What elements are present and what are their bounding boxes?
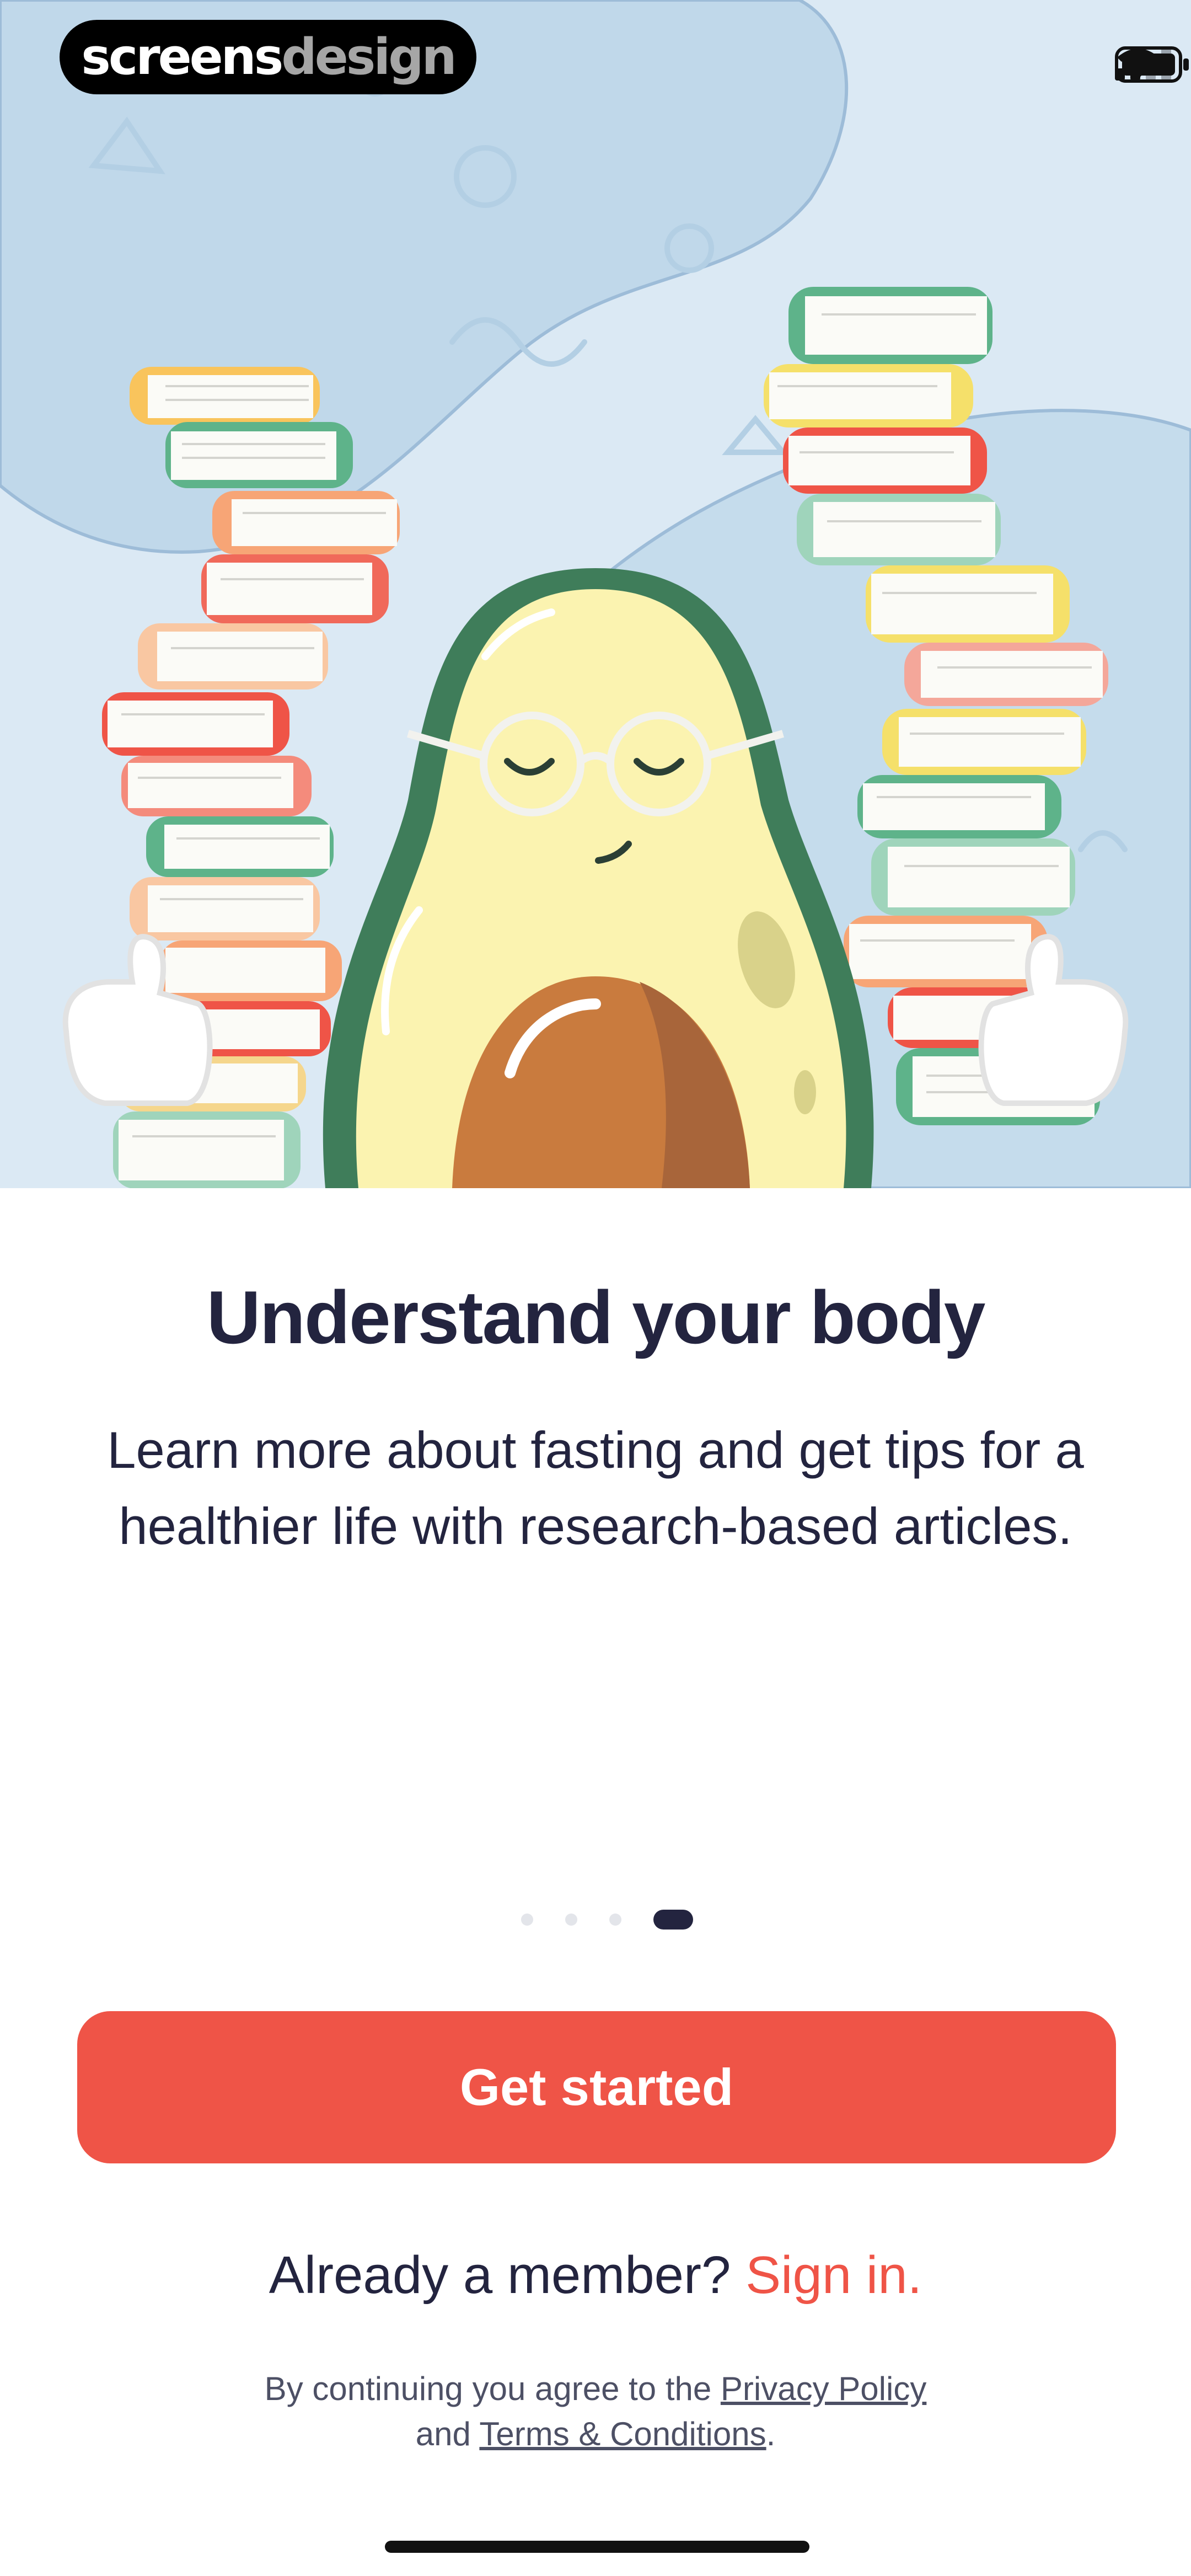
screensdesign-logo: screensdesign xyxy=(60,20,476,94)
logo-secondary-text: design xyxy=(281,28,457,86)
get-started-button[interactable]: Get started xyxy=(77,2011,1116,2163)
page-title: Understand your body xyxy=(206,1275,986,1359)
logo-primary-text: screens xyxy=(81,28,283,86)
page-dot[interactable] xyxy=(609,1914,621,1926)
privacy-policy-link[interactable]: Privacy Policy xyxy=(721,2370,926,2407)
member-prompt: Already a member? Sign in. xyxy=(0,2245,1191,2306)
legal-and: and xyxy=(415,2415,471,2452)
sign-in-link[interactable]: Sign in. xyxy=(745,2246,922,2305)
hero-illustration: screensdesign xyxy=(0,0,1191,1188)
avatar-illustration xyxy=(0,0,1191,1188)
page-dot[interactable] xyxy=(521,1914,533,1926)
subtitle-line-1: Learn more about fasting and get tips fo… xyxy=(107,1421,1084,1479)
member-prompt-text: Already a member? xyxy=(269,2246,731,2305)
legal-suffix: . xyxy=(766,2415,776,2452)
page-indicator[interactable] xyxy=(0,1910,1191,1930)
subtitle-line-2: healthier life with research-based artic… xyxy=(119,1497,1072,1555)
home-indicator[interactable] xyxy=(385,2541,809,2553)
legal-notice: By continuing you agree to the Privacy P… xyxy=(0,2366,1191,2457)
get-started-label: Get started xyxy=(459,2058,734,2116)
page-subtitle: Learn more about fasting and get tips fo… xyxy=(66,1412,1125,1564)
terms-conditions-link[interactable]: Terms & Conditions xyxy=(479,2415,766,2452)
page-dot[interactable] xyxy=(565,1914,577,1926)
page-dot-active[interactable] xyxy=(653,1910,693,1930)
legal-prefix: By continuing you agree to the xyxy=(264,2370,712,2407)
battery-icon xyxy=(1115,46,1189,83)
